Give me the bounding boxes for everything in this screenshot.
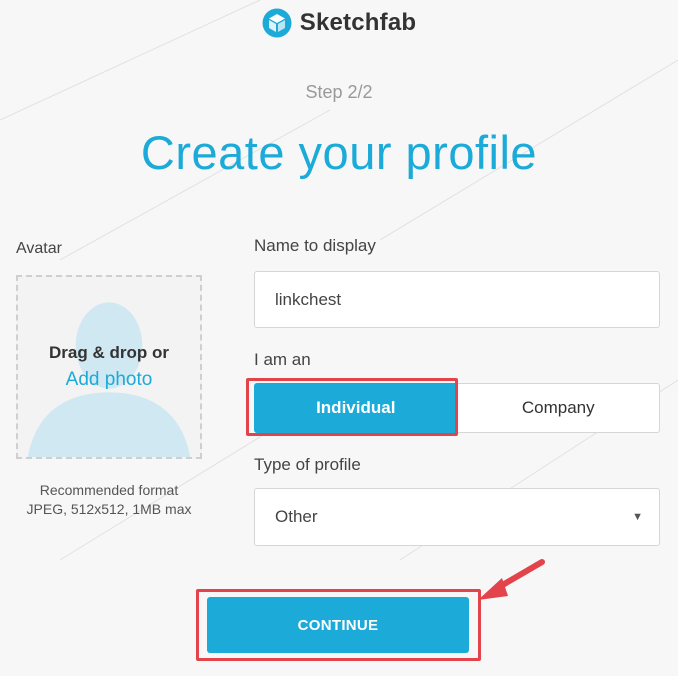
profile-type-value: Other xyxy=(275,507,318,526)
avatar-label: Avatar xyxy=(16,240,62,257)
profile-type-label: Type of profile xyxy=(254,455,361,474)
dropdown-arrow-icon: ▼ xyxy=(632,511,643,523)
display-name-input[interactable]: linkchest xyxy=(254,271,660,328)
name-label: Name to display xyxy=(254,236,376,255)
company-option[interactable]: Company xyxy=(457,383,660,433)
sketchfab-cube-icon xyxy=(262,8,292,38)
dropzone-text: Drag & drop or xyxy=(49,343,169,362)
avatar-dropzone[interactable]: Drag & drop or Add photo xyxy=(16,275,202,459)
page-title: Create your profile xyxy=(140,126,538,179)
avatar-placeholder-icon xyxy=(27,302,191,457)
profile-type-select[interactable]: Other ▼ xyxy=(254,488,660,546)
add-photo-link[interactable]: Add photo xyxy=(66,369,153,391)
continue-button[interactable]: CONTINUE xyxy=(207,597,469,653)
annotation-arrow-icon xyxy=(478,559,545,600)
brand-name: Sketchfab xyxy=(299,9,417,36)
avatar-recommendation: Recommended format JPEG, 512x512, 1MB ma… xyxy=(16,481,202,519)
recommend-line-2: JPEG, 512x512, 1MB max xyxy=(26,501,192,517)
annotation-highlight-individual xyxy=(246,378,458,436)
account-type-label: I am an xyxy=(254,350,311,369)
step-indicator: Step 2/2 xyxy=(305,82,373,102)
brand-header: Sketchfab xyxy=(0,8,678,38)
recommend-line-1: Recommended format xyxy=(39,482,179,498)
display-name-value: linkchest xyxy=(275,289,342,309)
